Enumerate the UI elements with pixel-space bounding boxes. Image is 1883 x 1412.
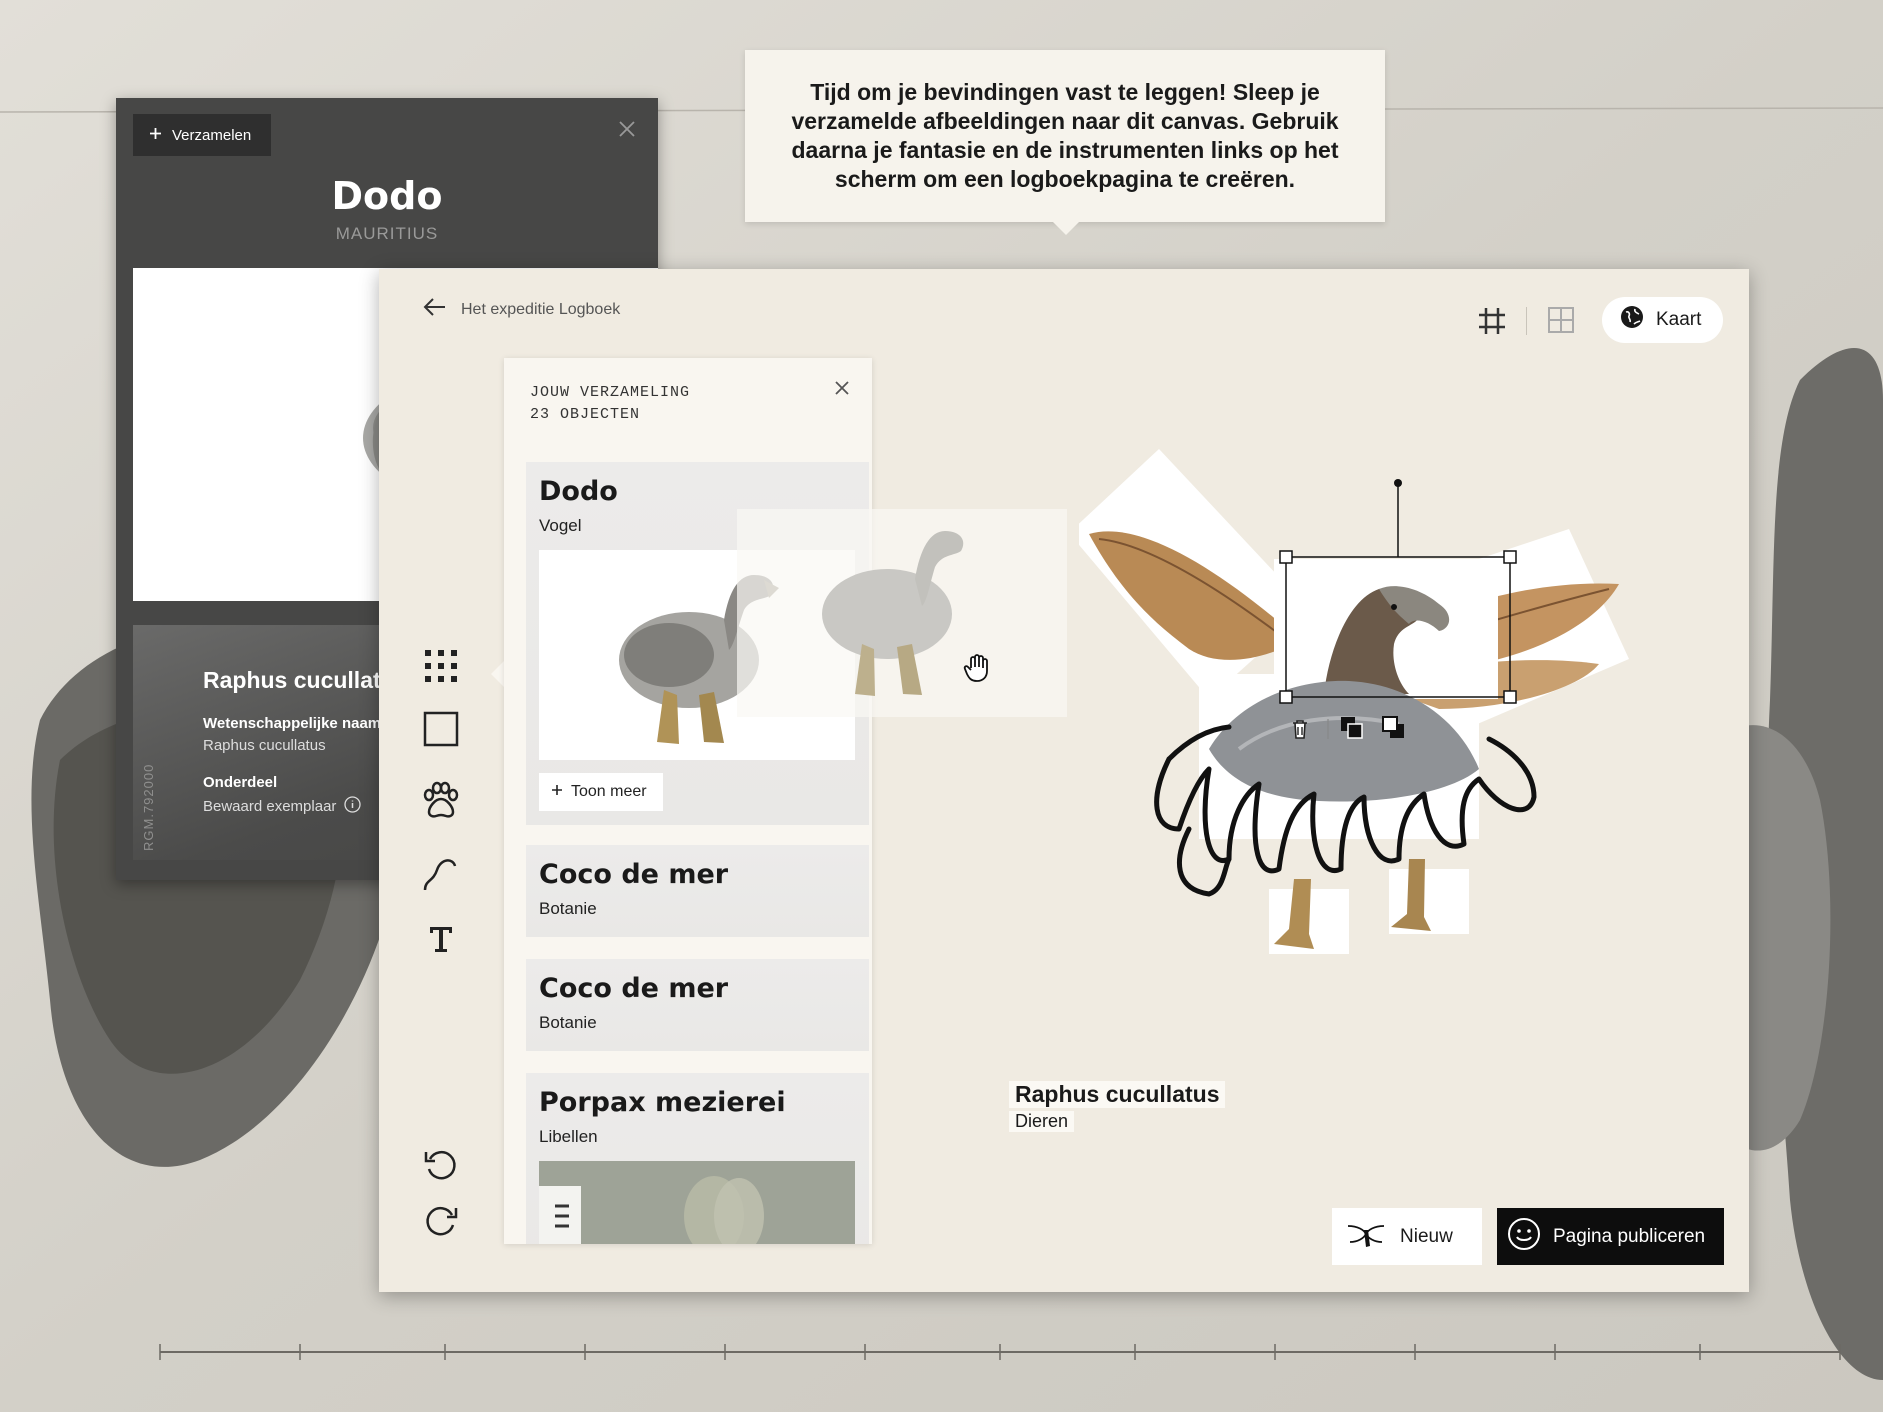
item-category: Botanie xyxy=(539,899,597,918)
close-icon[interactable] xyxy=(832,378,852,398)
resize-handle xyxy=(1279,550,1293,564)
field-value: Raphus cucullatus xyxy=(203,737,326,754)
info-icon[interactable] xyxy=(344,796,362,817)
plus-icon xyxy=(149,127,162,144)
collection-panel: JOUW VERZAMELING 23 OBJECTEN Dodo Vogel xyxy=(504,358,872,1244)
canvas-caption-title[interactable]: Raphus cucullatus xyxy=(1009,1081,1226,1108)
instruction-tooltip: Tijd om je bevindingen vast te leggen! S… xyxy=(745,50,1385,222)
item-title: Porpax mezierei xyxy=(539,1087,786,1118)
publish-page-button[interactable]: Pagina publiceren xyxy=(1497,1208,1724,1265)
collection-title: JOUW VERZAMELING xyxy=(530,384,691,401)
item-title: Coco de mer xyxy=(539,859,729,890)
collect-button[interactable]: Verzamelen xyxy=(133,114,272,156)
globe-icon xyxy=(1620,305,1644,335)
map-label: Kaart xyxy=(1656,309,1702,330)
canvas-composition[interactable] xyxy=(1079,449,1679,1009)
map-button[interactable]: Kaart xyxy=(1602,297,1723,343)
field-value-row: Bewaard exemplaar xyxy=(203,796,362,817)
text-icon[interactable] xyxy=(421,918,461,958)
collection-heading: JOUW VERZAMELING 23 OBJECTEN xyxy=(530,382,690,426)
resize-handle xyxy=(1503,550,1517,564)
rotate-handle xyxy=(1394,479,1402,487)
specimen-id: RGM.792000 xyxy=(141,763,156,851)
layout-grid-icon[interactable] xyxy=(1546,305,1576,335)
item-title: Coco de mer xyxy=(539,973,729,1004)
show-more-button[interactable]: Toon meer xyxy=(539,773,663,811)
redo-icon[interactable] xyxy=(421,1201,461,1241)
show-more-label: Toon meer xyxy=(571,783,647,800)
toolbar-divider xyxy=(1526,307,1527,335)
drag-ghost-image xyxy=(737,509,1067,717)
undo-icon[interactable] xyxy=(421,1145,461,1185)
specimen-title: Dodo xyxy=(331,174,443,218)
resize-handle xyxy=(1279,690,1293,704)
field-label: Wetenschappelijke naam xyxy=(203,715,382,732)
back-to-logbook-link[interactable]: Het expeditie Logboek xyxy=(423,297,620,322)
grab-hand-icon xyxy=(963,654,988,682)
field-label: Onderdeel xyxy=(203,774,278,791)
specimen-location: MAURITIUS xyxy=(335,224,439,243)
trash-icon xyxy=(1293,720,1307,739)
tooltip-arrow xyxy=(1052,221,1080,235)
new-label: Nieuw xyxy=(1400,1225,1453,1247)
smiley-icon xyxy=(1507,1217,1541,1257)
logbook-panel: Het expeditie Logboek Kaart JOUW VERZAME… xyxy=(379,269,1749,1292)
collection-item[interactable]: Porpax mezierei Libellen xyxy=(526,1073,869,1244)
resize-handle xyxy=(1503,690,1517,704)
dragonfly-icon xyxy=(1346,1220,1386,1254)
tooltip-text: Tijd om je bevindingen vast te leggen! S… xyxy=(791,79,1339,192)
item-category: Botanie xyxy=(539,1013,597,1032)
field-value: Bewaard exemplaar xyxy=(203,798,337,815)
square-icon[interactable] xyxy=(421,709,461,749)
arrow-left-icon xyxy=(423,297,447,322)
publish-label: Pagina publiceren xyxy=(1553,1225,1706,1247)
paw-icon[interactable] xyxy=(421,781,461,821)
hash-grid-icon[interactable] xyxy=(1476,305,1508,337)
collection-pointer xyxy=(491,661,504,687)
item-category: Libellen xyxy=(539,1127,598,1146)
close-icon[interactable] xyxy=(616,118,638,140)
collection-item[interactable]: Coco de mer Botanie xyxy=(526,959,869,1051)
scientific-name-heading: Raphus cucullatus xyxy=(203,667,408,693)
new-page-button[interactable]: Nieuw xyxy=(1332,1208,1482,1265)
collect-label: Verzamelen xyxy=(172,126,252,144)
collection-item[interactable]: Coco de mer Botanie xyxy=(526,845,869,937)
curve-icon[interactable] xyxy=(421,854,461,894)
item-title: Dodo xyxy=(539,476,618,507)
back-link-label: Het expeditie Logboek xyxy=(461,300,621,318)
grid-dots-icon[interactable] xyxy=(421,646,461,686)
canvas-caption-subtitle[interactable]: Dieren xyxy=(1009,1111,1075,1132)
collection-count: 23 OBJECTEN xyxy=(530,406,641,423)
plus-icon xyxy=(551,783,563,801)
item-image[interactable] xyxy=(539,1161,855,1244)
item-category: Vogel xyxy=(539,516,582,535)
